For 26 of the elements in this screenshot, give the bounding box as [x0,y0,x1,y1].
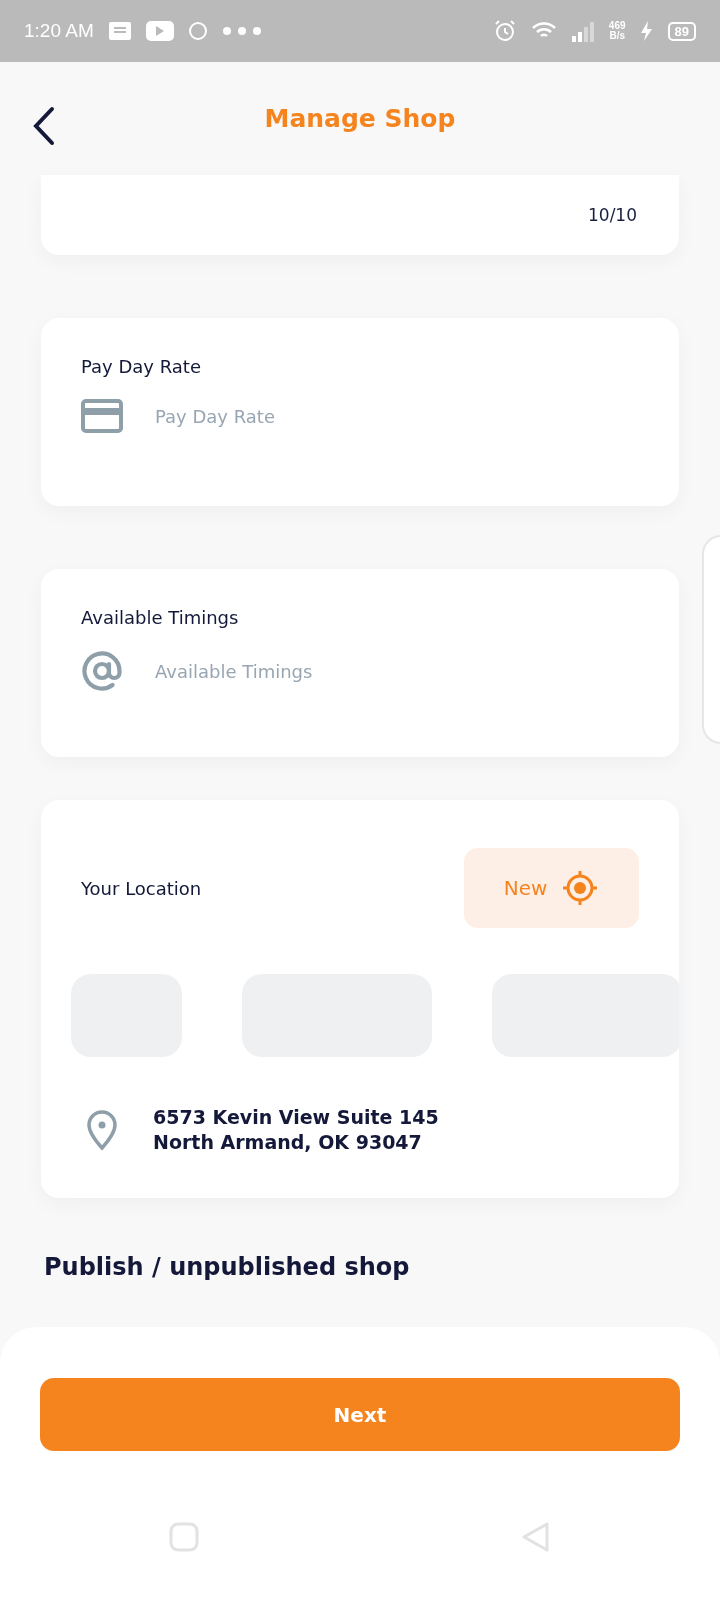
home-nav-icon[interactable] [168,1521,200,1553]
address-line: North Armand, OK 93047 [153,1129,423,1155]
character-counter: 10/10 [588,205,637,225]
status-time: 1:20 AM [24,20,94,42]
charging-icon [639,20,654,42]
signal-icon [570,20,595,42]
back-nav-icon[interactable] [520,1521,552,1553]
location-pin-icon [85,1108,119,1151]
location-label: Your Location [81,877,202,899]
message-icon [107,21,132,41]
target-icon [561,869,600,907]
net-speed-value: 469 [608,20,626,31]
at-sign-icon [81,650,123,692]
clock-icon [187,21,208,41]
page-title: Manage Shop [264,104,456,133]
more-icon [221,26,262,36]
battery-level: 89 [667,21,696,41]
address-line: 6573 Kevin View Suite 145 [153,1105,439,1130]
section-heading: Publish / unpublished shop [44,1253,411,1281]
video-play-icon [145,21,174,41]
new-location-button[interactable]: New [464,848,639,928]
next-button[interactable]: Next [40,1378,680,1451]
credit-card-icon [81,399,123,433]
net-speed-unit: B/s [609,31,625,42]
field-label: Available Timings [81,607,240,628]
field-label: Pay Day Rate [81,356,202,377]
